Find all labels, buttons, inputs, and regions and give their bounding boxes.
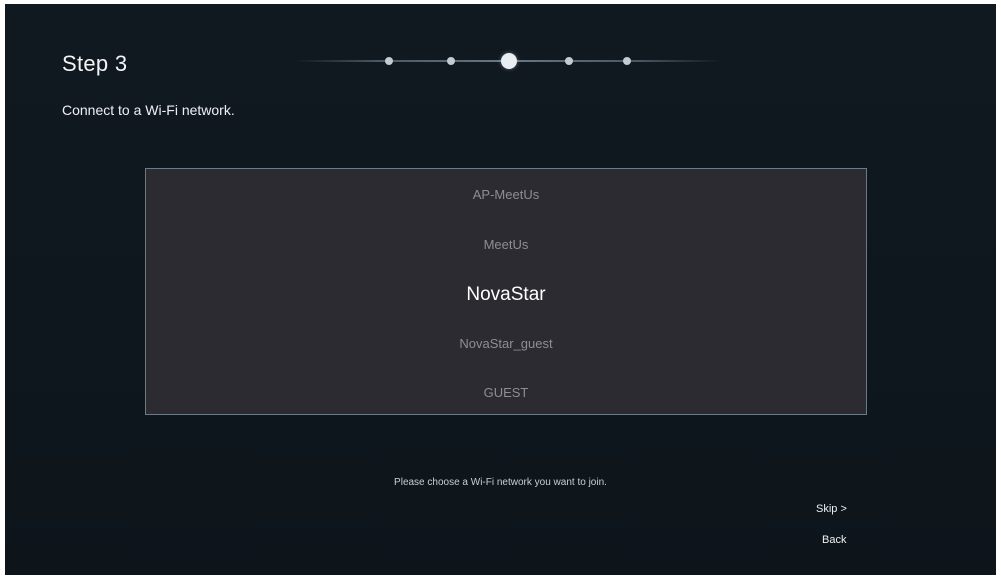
network-item-meetus[interactable]: MeetUs xyxy=(146,237,866,252)
setup-screen: Step 3 Connect to a Wi-Fi network. AP-Me… xyxy=(5,4,996,575)
page-subtitle: Connect to a Wi-Fi network. xyxy=(62,102,235,118)
network-hint-text: Please choose a Wi-Fi network you want t… xyxy=(394,477,607,488)
progress-dot-step-4 xyxy=(565,57,573,65)
network-item-ap-meetus[interactable]: AP-MeetUs xyxy=(146,187,866,202)
skip-button[interactable]: Skip > xyxy=(816,503,847,515)
progress-dot-step-2 xyxy=(447,57,455,65)
progress-dot-step-5 xyxy=(623,57,631,65)
progress-dot-step-1 xyxy=(385,57,393,65)
network-item-novastar-guest[interactable]: NovaStar_guest xyxy=(146,336,866,351)
step-title: Step 3 xyxy=(62,51,128,76)
step-progress-indicator xyxy=(293,50,723,72)
network-item-novastar-selected[interactable]: NovaStar xyxy=(146,284,866,306)
back-button[interactable]: Back xyxy=(822,534,846,546)
wifi-network-list[interactable]: AP-MeetUs MeetUs NovaStar NovaStar_guest… xyxy=(145,168,867,415)
progress-dot-step-3-current xyxy=(501,53,517,69)
network-item-guest[interactable]: GUEST xyxy=(146,385,866,400)
